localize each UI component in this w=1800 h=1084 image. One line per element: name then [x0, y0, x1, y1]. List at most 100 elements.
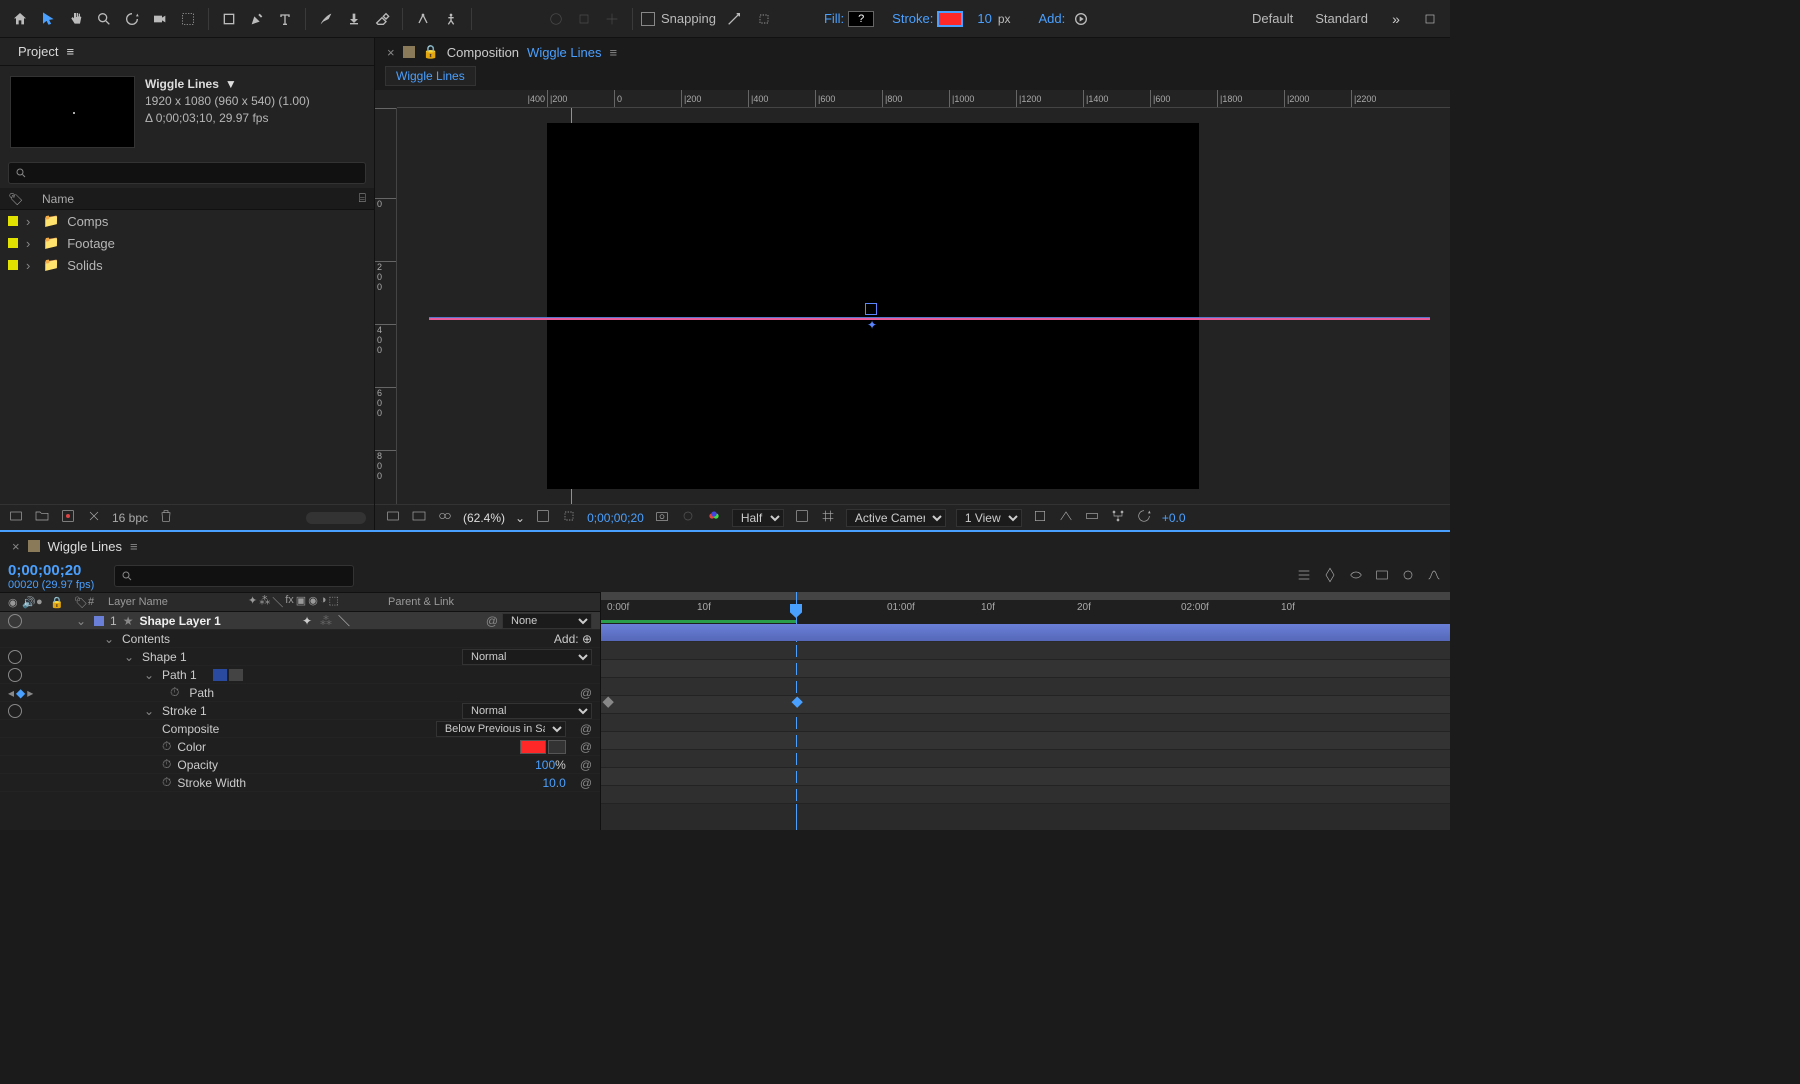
- search-help-icon[interactable]: [1418, 7, 1442, 31]
- blend-mode-select[interactable]: Normal: [462, 649, 592, 665]
- timeline-tab-label[interactable]: Wiggle Lines: [48, 539, 122, 554]
- panel-menu-icon[interactable]: ≡: [609, 45, 617, 60]
- eye-column-icon[interactable]: ◉: [8, 596, 22, 609]
- layername-column[interactable]: Layer Name: [108, 596, 248, 608]
- close-tab-icon[interactable]: ×: [12, 539, 20, 554]
- draft-3d-icon[interactable]: [1322, 567, 1338, 586]
- path-property-row[interactable]: ◂◆▸ ⏱ Path @: [0, 684, 600, 702]
- motion-blur-icon[interactable]: [1400, 567, 1416, 586]
- stopwatch-icon[interactable]: ⏱: [162, 775, 171, 790]
- reset-exposure-icon[interactable]: [1136, 508, 1152, 527]
- add-menu-icon[interactable]: [1069, 7, 1093, 31]
- anchor-point-handle[interactable]: [865, 303, 877, 315]
- blend-mode-select[interactable]: Normal: [462, 703, 592, 719]
- keyframe-nav[interactable]: ◂◆▸: [8, 686, 48, 700]
- time-ruler[interactable]: 0:00f 10f 01:00f 10f 20f 02:00f 10f: [601, 592, 1450, 624]
- mesh-tool3-icon[interactable]: [600, 7, 624, 31]
- expression-pickwhip-icon[interactable]: @: [580, 776, 592, 790]
- stopwatch-icon[interactable]: ⏱: [170, 685, 179, 700]
- path-keyframe-track[interactable]: [601, 696, 1450, 714]
- opacity-row[interactable]: ⏱ Opacity 100% @: [0, 756, 600, 774]
- folder-comps[interactable]: ›📁Comps: [0, 210, 374, 232]
- eraser-tool-icon[interactable]: [370, 7, 394, 31]
- timeline-search-input[interactable]: [114, 565, 354, 587]
- stroke1-row[interactable]: ⌄ Stroke 1 Normal: [0, 702, 600, 720]
- show-channel-icon[interactable]: [706, 508, 722, 527]
- type-tool-icon[interactable]: [273, 7, 297, 31]
- name-column[interactable]: Name: [42, 192, 74, 206]
- brush-tool-icon[interactable]: [314, 7, 338, 31]
- timeline-tracks[interactable]: 0:00f 10f 01:00f 10f 20f 02:00f 10f: [600, 592, 1450, 830]
- solo-column-icon[interactable]: ●: [36, 596, 50, 608]
- snapping-checkbox[interactable]: [641, 12, 655, 26]
- layer-bar[interactable]: [601, 624, 1450, 641]
- flowchart-icon[interactable]: ⌸: [359, 191, 366, 206]
- visibility-toggle[interactable]: [8, 614, 22, 628]
- pen-tool-icon[interactable]: [245, 7, 269, 31]
- shape1-row[interactable]: ⌄ Shape 1 Normal: [0, 648, 600, 666]
- grid-icon[interactable]: [820, 508, 836, 527]
- work-area-bar[interactable]: [601, 592, 1450, 600]
- parent-select[interactable]: None: [502, 613, 592, 629]
- index-column[interactable]: #: [88, 596, 108, 608]
- comp-mini-flowchart-icon[interactable]: [1296, 567, 1312, 586]
- comp-dropdown-icon[interactable]: ▼: [225, 76, 237, 93]
- pan-behind-tool-icon[interactable]: [176, 7, 200, 31]
- close-tab-icon[interactable]: ×: [387, 45, 395, 60]
- path-direction-icons[interactable]: [213, 669, 243, 681]
- expression-pickwhip-icon[interactable]: @: [580, 758, 592, 772]
- zoom-value[interactable]: (62.4%): [463, 511, 505, 525]
- composite-select[interactable]: Below Previous in Sa: [436, 721, 566, 737]
- expression-pickwhip-icon[interactable]: @: [580, 686, 592, 700]
- stroke-swatch[interactable]: [937, 11, 963, 27]
- parent-column[interactable]: Parent & Link: [388, 596, 592, 608]
- keyframe[interactable]: [603, 697, 614, 708]
- contents-row[interactable]: ⌄ Contents Add: ⊕: [0, 630, 600, 648]
- color-row[interactable]: ⏱ Color @: [0, 738, 600, 756]
- workspace-default[interactable]: Default: [1252, 11, 1293, 26]
- exposure-value[interactable]: +0.0: [1162, 511, 1186, 525]
- composite-row[interactable]: Composite Below Previous in Sa @: [0, 720, 600, 738]
- keyframe-active[interactable]: [792, 697, 803, 708]
- pixel-aspect-icon[interactable]: [1032, 508, 1048, 527]
- shape-line[interactable]: [429, 318, 1430, 320]
- viewer-preset-icon[interactable]: [411, 508, 427, 527]
- eyedropper-icon[interactable]: [548, 740, 566, 754]
- views-select[interactable]: 1 View: [956, 509, 1022, 527]
- folder-footage[interactable]: ›📁Footage: [0, 232, 374, 254]
- folder-solids[interactable]: ›📁Solids: [0, 254, 374, 276]
- comp-thumbnail[interactable]: [10, 76, 135, 148]
- rectangle-tool-icon[interactable]: [217, 7, 241, 31]
- mesh-tool-icon[interactable]: [544, 7, 568, 31]
- workspace-standard[interactable]: Standard: [1315, 11, 1368, 26]
- project-settings-icon[interactable]: [86, 508, 102, 527]
- shy-layers-icon[interactable]: [1348, 567, 1364, 586]
- expression-pickwhip-icon[interactable]: @: [580, 740, 592, 754]
- expression-pickwhip-icon[interactable]: @: [580, 722, 592, 736]
- graph-editor-icon[interactable]: [1426, 567, 1442, 586]
- expand-icon[interactable]: ⌄: [76, 614, 88, 628]
- resolution-select[interactable]: Half: [732, 509, 784, 527]
- stroke-width-value[interactable]: 10.0: [542, 776, 565, 790]
- anchor-point-icon[interactable]: ✦: [867, 318, 877, 332]
- opacity-value[interactable]: 100: [535, 758, 555, 772]
- layer-track[interactable]: [601, 624, 1450, 642]
- zoom-chevron-icon[interactable]: ⌄: [515, 511, 525, 525]
- mask-visibility-icon[interactable]: [437, 508, 453, 527]
- project-search-input[interactable]: [8, 162, 366, 184]
- zoom-tool-icon[interactable]: [92, 7, 116, 31]
- bpc-label[interactable]: 16 bpc: [112, 511, 148, 525]
- delete-icon[interactable]: [158, 508, 174, 527]
- camera-tool-icon[interactable]: [148, 7, 172, 31]
- camera-select[interactable]: Active Camera: [846, 509, 946, 527]
- selection-tool-icon[interactable]: [36, 7, 60, 31]
- lock-icon[interactable]: 🔒: [423, 44, 439, 60]
- new-folder-icon[interactable]: [34, 508, 50, 527]
- safe-zones-icon[interactable]: [794, 508, 810, 527]
- label-column-icon[interactable]: 🏷: [74, 596, 88, 609]
- panel-menu-icon[interactable]: ≡: [66, 44, 74, 59]
- home-icon[interactable]: [8, 7, 32, 31]
- lock-column-icon[interactable]: 🔒: [50, 596, 64, 609]
- frame-blend-icon[interactable]: [1374, 567, 1390, 586]
- panel-menu-icon[interactable]: ≡: [130, 539, 138, 554]
